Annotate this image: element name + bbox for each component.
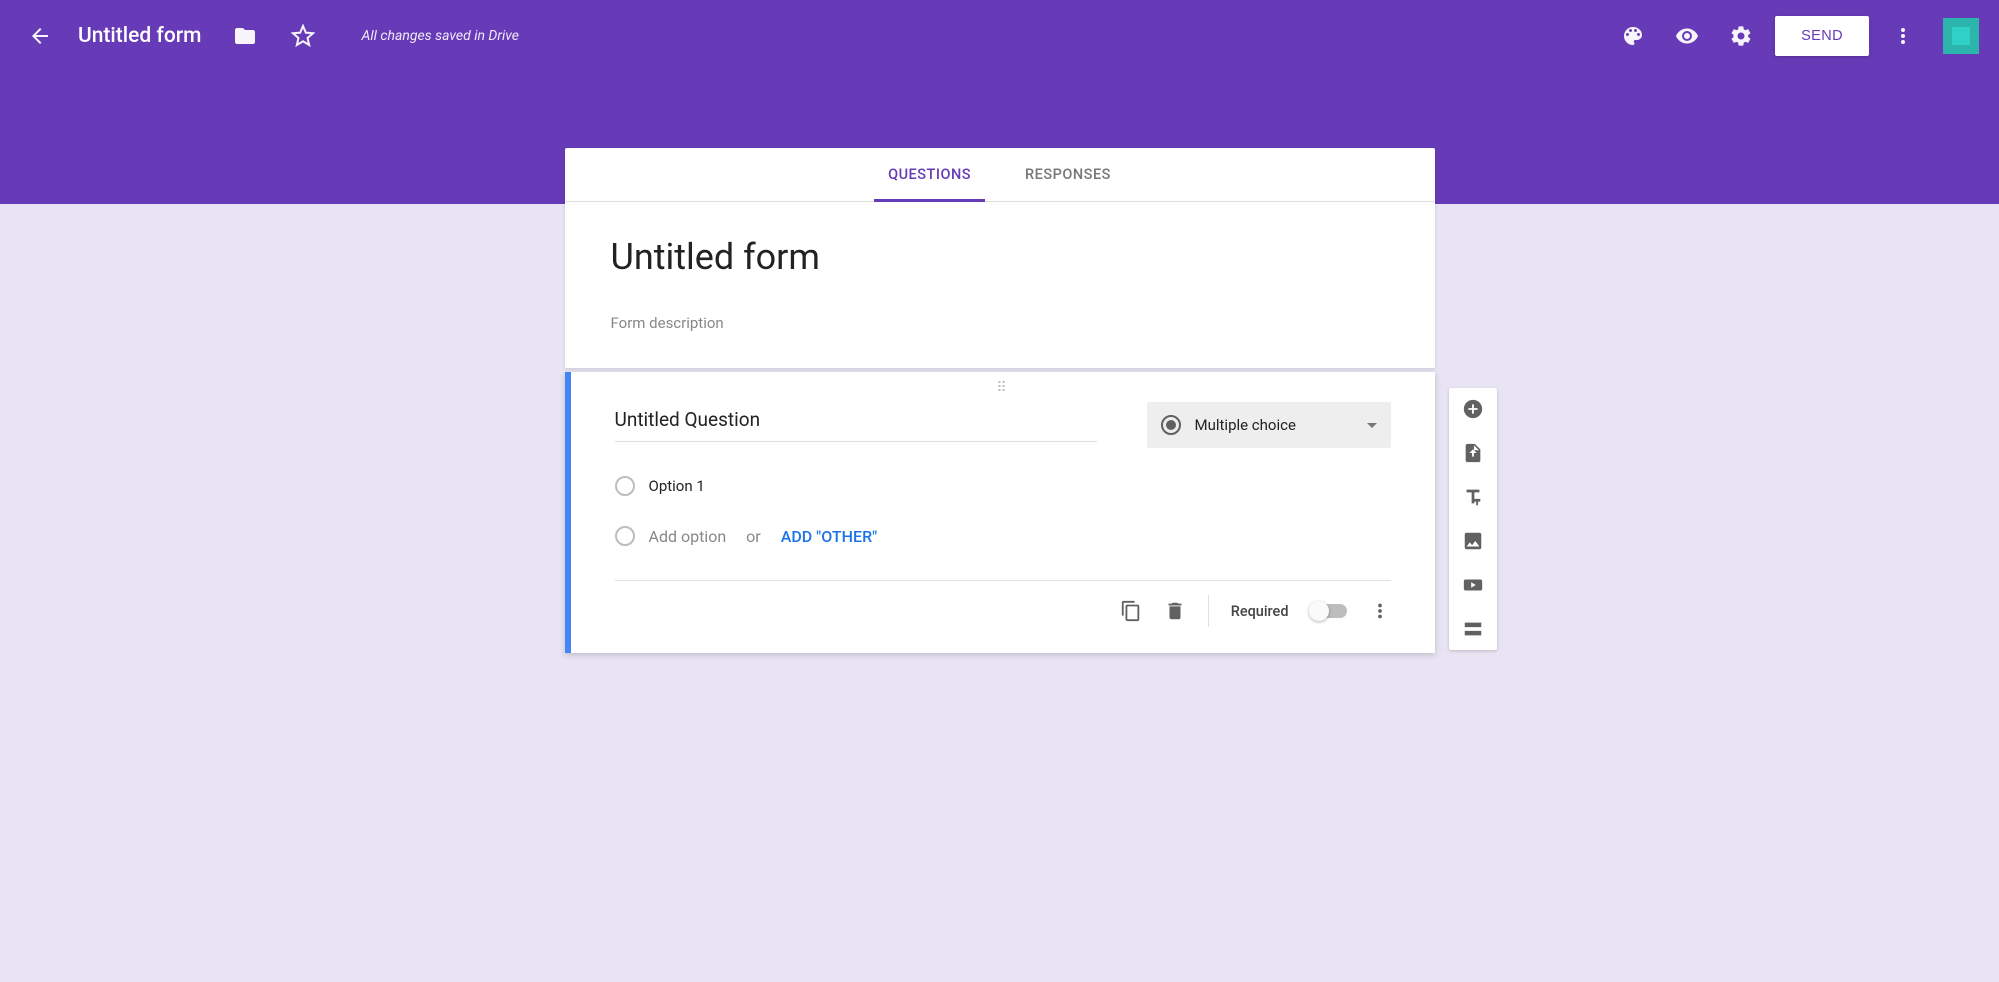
star-icon[interactable] bbox=[283, 16, 323, 56]
preview-eye-icon[interactable] bbox=[1667, 16, 1707, 56]
radio-icon bbox=[1161, 415, 1181, 435]
radio-outline-icon bbox=[615, 526, 635, 546]
send-button[interactable]: SEND bbox=[1775, 16, 1869, 56]
or-separator: or bbox=[746, 527, 761, 546]
page-title[interactable]: Untitled form bbox=[78, 24, 201, 48]
required-label: Required bbox=[1231, 603, 1289, 620]
more-vert-icon[interactable] bbox=[1369, 600, 1391, 622]
add-section-icon[interactable] bbox=[1462, 618, 1484, 640]
tabs-bar: QUESTIONS RESPONSES bbox=[565, 148, 1435, 202]
add-image-icon[interactable] bbox=[1462, 530, 1484, 552]
option-row: Option 1 bbox=[615, 476, 1391, 496]
divider bbox=[1208, 595, 1209, 627]
option-text-input[interactable]: Option 1 bbox=[649, 477, 705, 495]
form-title-input[interactable]: Untitled form bbox=[611, 236, 1389, 278]
save-status-text: All changes saved in Drive bbox=[361, 28, 518, 44]
add-title-icon[interactable] bbox=[1462, 486, 1484, 508]
more-vert-icon[interactable] bbox=[1883, 16, 1923, 56]
delete-icon[interactable] bbox=[1164, 600, 1186, 622]
question-title-input[interactable]: Untitled Question bbox=[615, 402, 1097, 442]
add-option-button[interactable]: Add option bbox=[649, 527, 727, 546]
required-toggle[interactable] bbox=[1311, 604, 1347, 618]
question-card: ⠿ Untitled Question Multiple choice Opti… bbox=[565, 372, 1435, 653]
tab-questions[interactable]: QUESTIONS bbox=[888, 148, 971, 202]
account-avatar[interactable] bbox=[1943, 18, 1979, 54]
add-option-row: Add option or ADD "OTHER" bbox=[615, 526, 1391, 546]
floating-toolbar bbox=[1449, 388, 1497, 650]
import-questions-icon[interactable] bbox=[1462, 442, 1484, 464]
form-description-input[interactable]: Form description bbox=[611, 314, 1389, 332]
chevron-down-icon bbox=[1367, 423, 1377, 428]
add-question-icon[interactable] bbox=[1462, 398, 1484, 420]
folder-icon[interactable] bbox=[225, 16, 265, 56]
settings-gear-icon[interactable] bbox=[1721, 16, 1761, 56]
radio-outline-icon bbox=[615, 476, 635, 496]
drag-handle-icon[interactable]: ⠿ bbox=[996, 380, 1008, 396]
question-type-label: Multiple choice bbox=[1195, 416, 1377, 434]
palette-icon[interactable] bbox=[1613, 16, 1653, 56]
back-arrow-icon[interactable] bbox=[20, 16, 60, 56]
duplicate-icon[interactable] bbox=[1120, 600, 1142, 622]
add-video-icon[interactable] bbox=[1462, 574, 1484, 596]
tab-responses[interactable]: RESPONSES bbox=[1025, 148, 1111, 202]
question-type-dropdown[interactable]: Multiple choice bbox=[1147, 402, 1391, 448]
add-other-button[interactable]: ADD "OTHER" bbox=[781, 527, 878, 546]
